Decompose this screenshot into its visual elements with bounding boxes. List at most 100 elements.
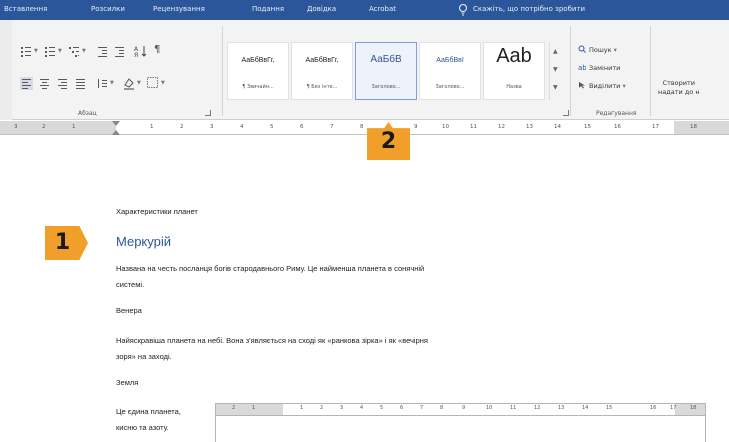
document-page[interactable] (0, 136, 729, 442)
align-center-button[interactable] (38, 77, 51, 90)
ruler-number: 2 (320, 405, 324, 411)
ruler-number: 1 (300, 405, 304, 411)
ribbon-tab-bar: Вставлення Розсилки Рецензування Подання… (0, 0, 729, 20)
create-and-share-button[interactable]: Створити надати до н (658, 79, 700, 97)
editing-group-label: Редагування (596, 110, 637, 117)
callout-badge-1: 1 (45, 226, 88, 260)
ruler-number: 13 (526, 124, 533, 130)
style-heading-1[interactable]: АаБбВ Заголово... (355, 42, 417, 100)
ruler-number: 17 (652, 124, 659, 130)
tab-review[interactable]: Рецензування (153, 5, 205, 13)
select-label: Виділити (589, 82, 621, 90)
style-name: Заголово... (371, 84, 401, 90)
paragraph-venus-line-2[interactable]: зоря» на заході. (116, 351, 172, 363)
style-no-spacing[interactable]: АаБбВвГг, ¶ Без інте... (291, 42, 353, 100)
chevron-down-icon[interactable]: ▼ (82, 48, 86, 54)
ruler-number: 10 (486, 405, 493, 411)
ruler-number: 18 (690, 124, 697, 130)
paragraph-venus-line-1[interactable]: Найяскравіша планета на небі. Вона з'явл… (116, 335, 428, 347)
align-right-button[interactable] (56, 77, 69, 90)
lightbulb-icon (458, 3, 468, 16)
chevron-down-icon[interactable]: ▼ (110, 80, 114, 86)
ruler-number: 18 (690, 405, 697, 411)
ruler-number: 5 (380, 405, 384, 411)
style-normal[interactable]: АаБбВвГг, ¶ Звичайн... (227, 42, 289, 100)
ruler-number: 10 (442, 124, 449, 130)
heading-mercury[interactable]: Меркурій (116, 234, 171, 249)
ruler-number: 16 (650, 405, 657, 411)
styles-gallery: АаБбВвГг, ¶ Звичайн... АаБбВвГг, ¶ Без і… (227, 42, 557, 100)
style-sample: Aab (496, 45, 532, 67)
heading-venus[interactable]: Венера (116, 305, 142, 317)
tab-insert[interactable]: Вставлення (4, 5, 47, 13)
style-name: ¶ Звичайн... (242, 84, 274, 90)
styles-scroll[interactable]: ▲ ▼ ▼ (549, 42, 563, 100)
chevron-down-icon[interactable]: ▼ (58, 48, 62, 54)
tab-acrobat[interactable]: Acrobat (369, 5, 396, 13)
more-styles-icon[interactable]: ▼ (553, 84, 558, 91)
style-name: ¶ Без інте... (306, 84, 338, 90)
ruler-number: 5 (270, 124, 274, 130)
style-name: Заголово... (435, 84, 465, 90)
tab-view[interactable]: Подання (252, 5, 284, 13)
styles-launcher-icon[interactable] (563, 110, 569, 116)
style-name: Назва (506, 84, 522, 90)
replace-button[interactable]: ab Замінити (578, 63, 620, 72)
paragraph-earth-line-1[interactable]: Це єдина планета, (116, 406, 181, 418)
sort-icon[interactable]: A Я (134, 44, 148, 58)
paragraph-group-label: Абзац (78, 110, 97, 117)
doc-title-line[interactable]: Характеристики планет (116, 206, 198, 218)
style-sample: АаБбВвГг, (241, 57, 275, 64)
numbering-button[interactable] (44, 45, 57, 58)
ruler-number: 14 (582, 405, 589, 411)
chevron-down-icon[interactable]: ▼ (34, 48, 38, 54)
justify-button[interactable] (74, 77, 87, 90)
tell-me-search[interactable]: Скажіть, що потрібно зробити (473, 5, 585, 13)
second-window-page[interactable] (215, 416, 706, 442)
paragraph-earth-line-2[interactable]: кисню та азоту. (116, 422, 169, 434)
ruler-number: 4 (240, 124, 244, 130)
find-label: Пошук (589, 46, 612, 54)
pilcrow-icon[interactable]: ¶ (154, 44, 160, 55)
ruler-number: 8 (360, 124, 364, 130)
multilevel-list-button[interactable] (68, 45, 81, 58)
align-left-button[interactable] (20, 77, 33, 90)
ruler-number: 6 (300, 124, 304, 130)
ruler-number: 2 (42, 124, 46, 130)
chevron-up-icon[interactable]: ▲ (553, 48, 558, 55)
borders-icon[interactable] (146, 76, 159, 89)
paragraph-launcher-icon[interactable] (205, 110, 211, 116)
find-button[interactable]: Пошук ▾ (578, 45, 617, 54)
indent-marker-icon[interactable] (112, 121, 120, 135)
style-title[interactable]: Aab Назва (483, 42, 545, 100)
bullets-button[interactable] (20, 45, 33, 58)
ruler-number: 2 (180, 124, 184, 130)
shading-icon[interactable] (122, 76, 136, 90)
cursor-icon (579, 82, 585, 89)
chevron-down-icon[interactable]: ▼ (553, 66, 558, 73)
ruler-number: 11 (510, 405, 517, 411)
chevron-down-icon[interactable]: ▼ (161, 80, 165, 86)
ruler-number: 1 (150, 124, 154, 130)
increase-indent-button[interactable] (113, 45, 126, 58)
ribbon-left-edge (0, 20, 12, 120)
ruler-number: 2 (232, 405, 236, 411)
ruler-number: 12 (534, 405, 541, 411)
group-divider (570, 26, 571, 116)
style-heading-2[interactable]: АаБбВвІ Заголово... (419, 42, 481, 100)
group-divider (222, 26, 223, 116)
tab-help[interactable]: Довідка (307, 5, 336, 13)
select-button[interactable]: Виділити ▾ (578, 81, 626, 90)
tab-mailings[interactable]: Розсилки (91, 5, 125, 13)
paragraph-mercury-line-2[interactable]: системі. (116, 279, 144, 291)
search-icon (578, 45, 586, 53)
group-divider (650, 26, 651, 116)
chevron-down-icon[interactable]: ▼ (137, 80, 141, 86)
ruler-number: 16 (614, 124, 621, 130)
svg-text:Я: Я (134, 52, 138, 58)
heading-earth[interactable]: Земля (116, 377, 138, 389)
line-spacing-button[interactable] (96, 77, 109, 90)
decrease-indent-button[interactable] (96, 45, 109, 58)
paragraph-mercury-line-1[interactable]: Названа на честь посланця богів стародав… (116, 263, 424, 275)
ruler-number: 11 (470, 124, 477, 130)
